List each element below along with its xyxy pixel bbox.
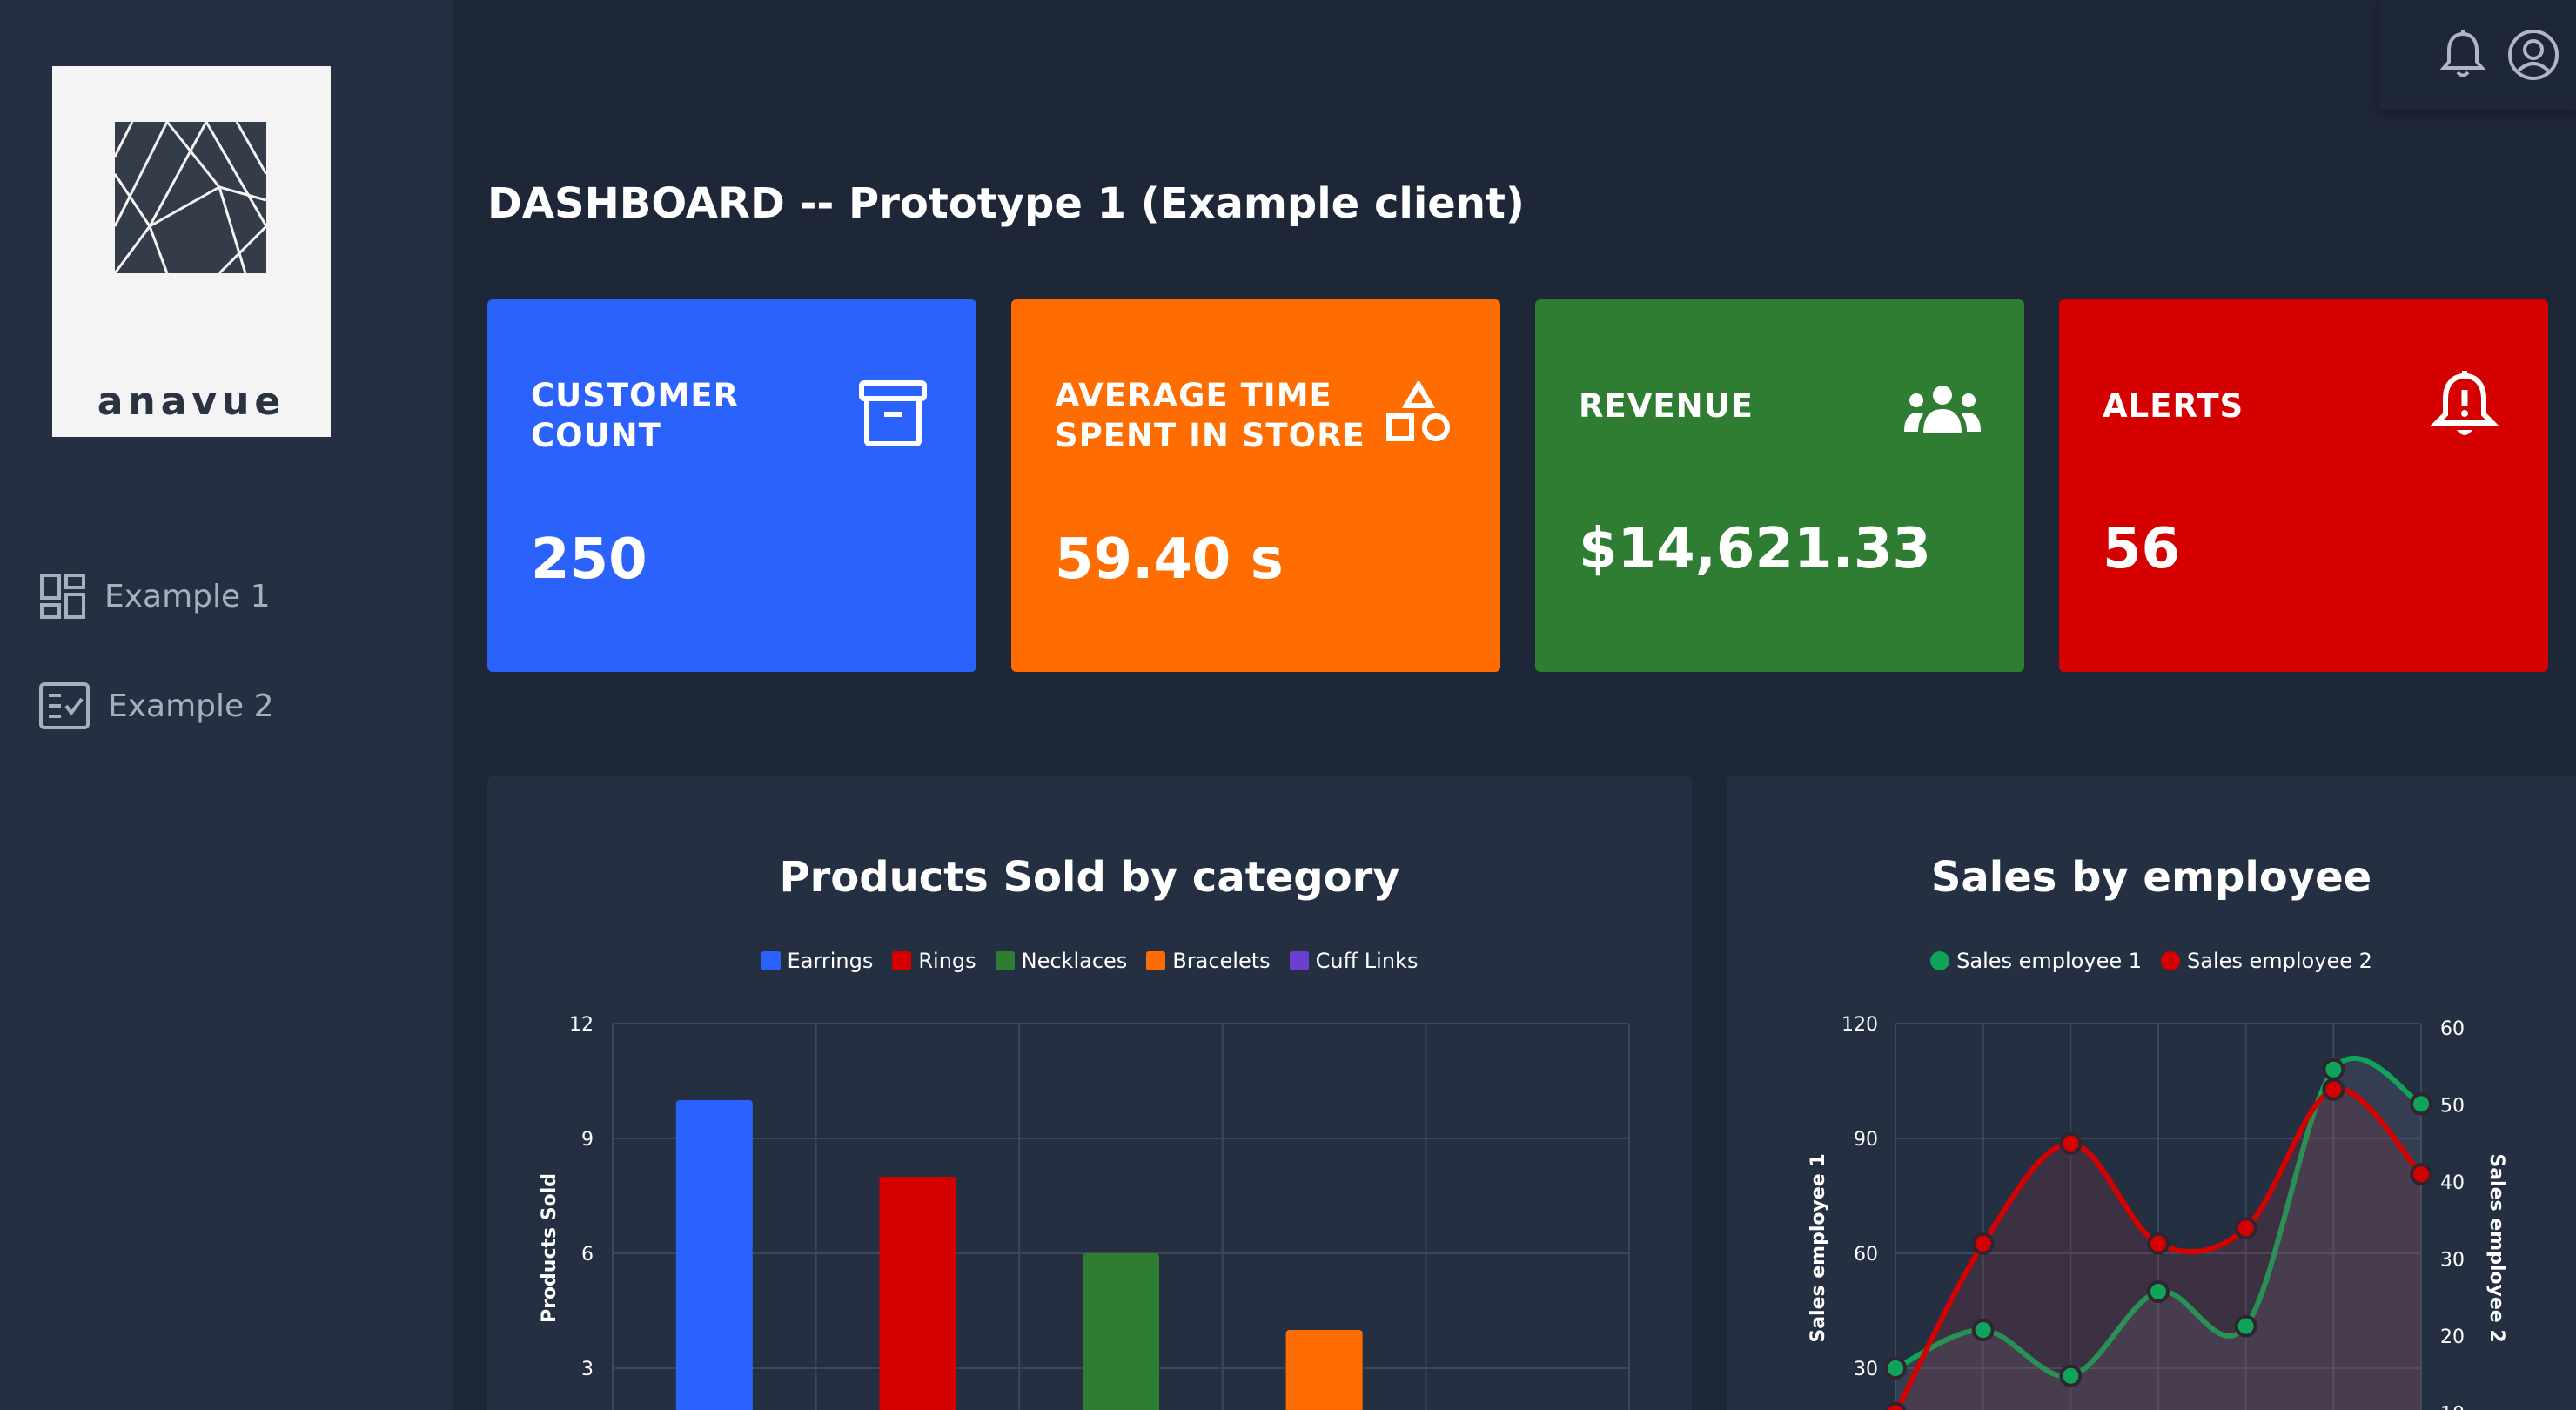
shapes-icon [1386, 381, 1450, 441]
account-circle-icon[interactable] [2506, 28, 2560, 82]
y-tick-label-left: 30 [1854, 1359, 1878, 1380]
bar-earrings[interactable] [675, 1100, 753, 1410]
legend-label: Rings [918, 949, 976, 973]
legend-item[interactable]: Sales employee 1 [1930, 949, 2142, 973]
data-point[interactable] [1884, 1401, 1907, 1410]
bar-bracelets[interactable] [1285, 1330, 1363, 1410]
line-chart-legend: Sales employee 1 Sales employee 2 [1727, 949, 2576, 973]
card-label: ALERTS [2103, 386, 2244, 426]
card-value: 250 [531, 527, 647, 592]
data-point[interactable] [1971, 1232, 1995, 1255]
customer-count-card[interactable]: CUSTOMER COUNT 250 [487, 299, 976, 672]
legend-swatch [1146, 951, 1166, 970]
card-label-line: ALERTS [2103, 387, 2244, 425]
legend-label: Bracelets [1172, 949, 1271, 973]
data-point[interactable] [2322, 1058, 2345, 1081]
page-title: DASHBOARD -- Prototype 1 (Example client… [487, 179, 1525, 228]
legend-item[interactable]: Bracelets [1146, 949, 1271, 973]
card-label-line: REVENUE [1579, 387, 1754, 425]
y-tick-label: 12 [569, 1014, 594, 1036]
y-tick-label-left: 90 [1854, 1129, 1878, 1151]
legend-item[interactable]: Sales employee 2 [2161, 949, 2372, 973]
bar-rings[interactable] [879, 1177, 956, 1410]
data-point[interactable] [2410, 1092, 2432, 1116]
checklist-icon [39, 682, 90, 729]
data-point[interactable] [1971, 1319, 1995, 1341]
logo-mark-icon [115, 122, 266, 273]
card-value: 56 [2103, 517, 2181, 581]
y-tick-label-right: 60 [2440, 1018, 2465, 1040]
group-icon [1904, 386, 1981, 433]
data-point[interactable] [1884, 1357, 1907, 1380]
legend-label: Cuff Links [1315, 949, 1419, 973]
sidebar-item-label: Example 1 [104, 578, 271, 614]
sidebar-item-label: Example 2 [108, 688, 274, 724]
y-axis-label: Products Sold [539, 1173, 560, 1323]
card-value: $14,621.33 [1579, 517, 1931, 581]
y-tick-label-left: 60 [1854, 1244, 1878, 1266]
bar-chart-legend: Earrings Rings Necklaces Bracelets Cuff Link… [487, 949, 1692, 973]
legend-label: Sales employee 2 [2187, 949, 2372, 973]
revenue-card[interactable]: REVENUE $14,621.33 [1535, 299, 2024, 672]
data-point[interactable] [2147, 1232, 2170, 1255]
sidebar-item-example-2[interactable]: Example 2 [38, 675, 274, 736]
bell-alert-icon [2430, 371, 2499, 435]
data-point[interactable] [2234, 1314, 2257, 1338]
card-label-line: AVERAGE TIME [1055, 377, 1332, 414]
average-time-card[interactable]: AVERAGE TIME SPENT IN STORE 59.40 s [1011, 299, 1500, 672]
logo: anavue [52, 66, 331, 437]
data-point[interactable] [2234, 1217, 2257, 1240]
dashboard-icon [40, 574, 85, 619]
y-tick-label: 3 [581, 1359, 594, 1380]
legend-item[interactable]: Earrings [761, 949, 874, 973]
chart-title: Sales by employee [1930, 853, 2372, 902]
legend-label: Necklaces [1021, 949, 1128, 973]
archive-icon [859, 380, 927, 446]
y-tick-label-right: 20 [2440, 1326, 2465, 1348]
legend-swatch [892, 951, 912, 970]
data-point[interactable] [2410, 1163, 2432, 1186]
y-tick-label-right: 10 [2440, 1404, 2465, 1410]
y-tick-label-right: 30 [2440, 1250, 2465, 1272]
legend-item[interactable]: Necklaces [995, 949, 1128, 973]
legend-label: Earrings [787, 949, 874, 973]
sidebar: anavue Example 1 Example 2 [0, 0, 453, 1410]
logo-text: anavue [97, 379, 286, 424]
sidebar-item-example-1[interactable]: Example 1 [38, 566, 271, 627]
card-label: AVERAGE TIME SPENT IN STORE [1055, 376, 1365, 456]
chart-title: Products Sold by category [779, 853, 1400, 902]
card-value: 59.40 s [1055, 527, 1284, 592]
legend-item[interactable]: Cuff Links [1289, 949, 1419, 973]
y-tick-label-left: 120 [1841, 1014, 1878, 1036]
legend-swatch [1289, 951, 1309, 970]
card-label-line: SPENT IN STORE [1055, 417, 1365, 454]
data-point[interactable] [2322, 1078, 2345, 1101]
y-tick-label-right: 50 [2440, 1096, 2465, 1118]
products-sold-bar-chart: 12 9 6 3 Products Sold [539, 1014, 1630, 1410]
alerts-card[interactable]: ALERTS 56 [2059, 299, 2548, 672]
y-tick-label: 6 [581, 1244, 594, 1266]
bell-icon[interactable] [2438, 29, 2487, 81]
sales-by-employee-line-chart: 120 90 60 30 60 50 40 30 20 10 Sales employee 1 Sal… [1808, 1014, 2507, 1410]
y-axis-label-right: Sales employee 2 [2485, 1153, 2507, 1342]
legend-item[interactable]: Rings [892, 949, 976, 973]
card-label-line: CUSTOMER [531, 377, 740, 414]
topbar [2379, 0, 2576, 110]
y-axis-label-left: Sales employee 1 [1808, 1153, 1829, 1342]
card-label: REVENUE [1579, 386, 1754, 426]
card-label: CUSTOMER COUNT [531, 376, 739, 456]
bar-necklaces[interactable] [1083, 1253, 1159, 1410]
y-tick-label-right: 40 [2440, 1172, 2465, 1194]
legend-swatch [2161, 951, 2180, 970]
legend-swatch [1930, 951, 1950, 970]
data-point[interactable] [2059, 1131, 2083, 1155]
data-point[interactable] [2059, 1364, 2083, 1387]
y-tick-label: 9 [581, 1129, 594, 1151]
legend-swatch [995, 951, 1015, 970]
legend-label: Sales employee 1 [1956, 949, 2142, 973]
legend-swatch [761, 951, 781, 970]
card-label-line: COUNT [531, 417, 661, 454]
data-point[interactable] [2147, 1280, 2170, 1303]
